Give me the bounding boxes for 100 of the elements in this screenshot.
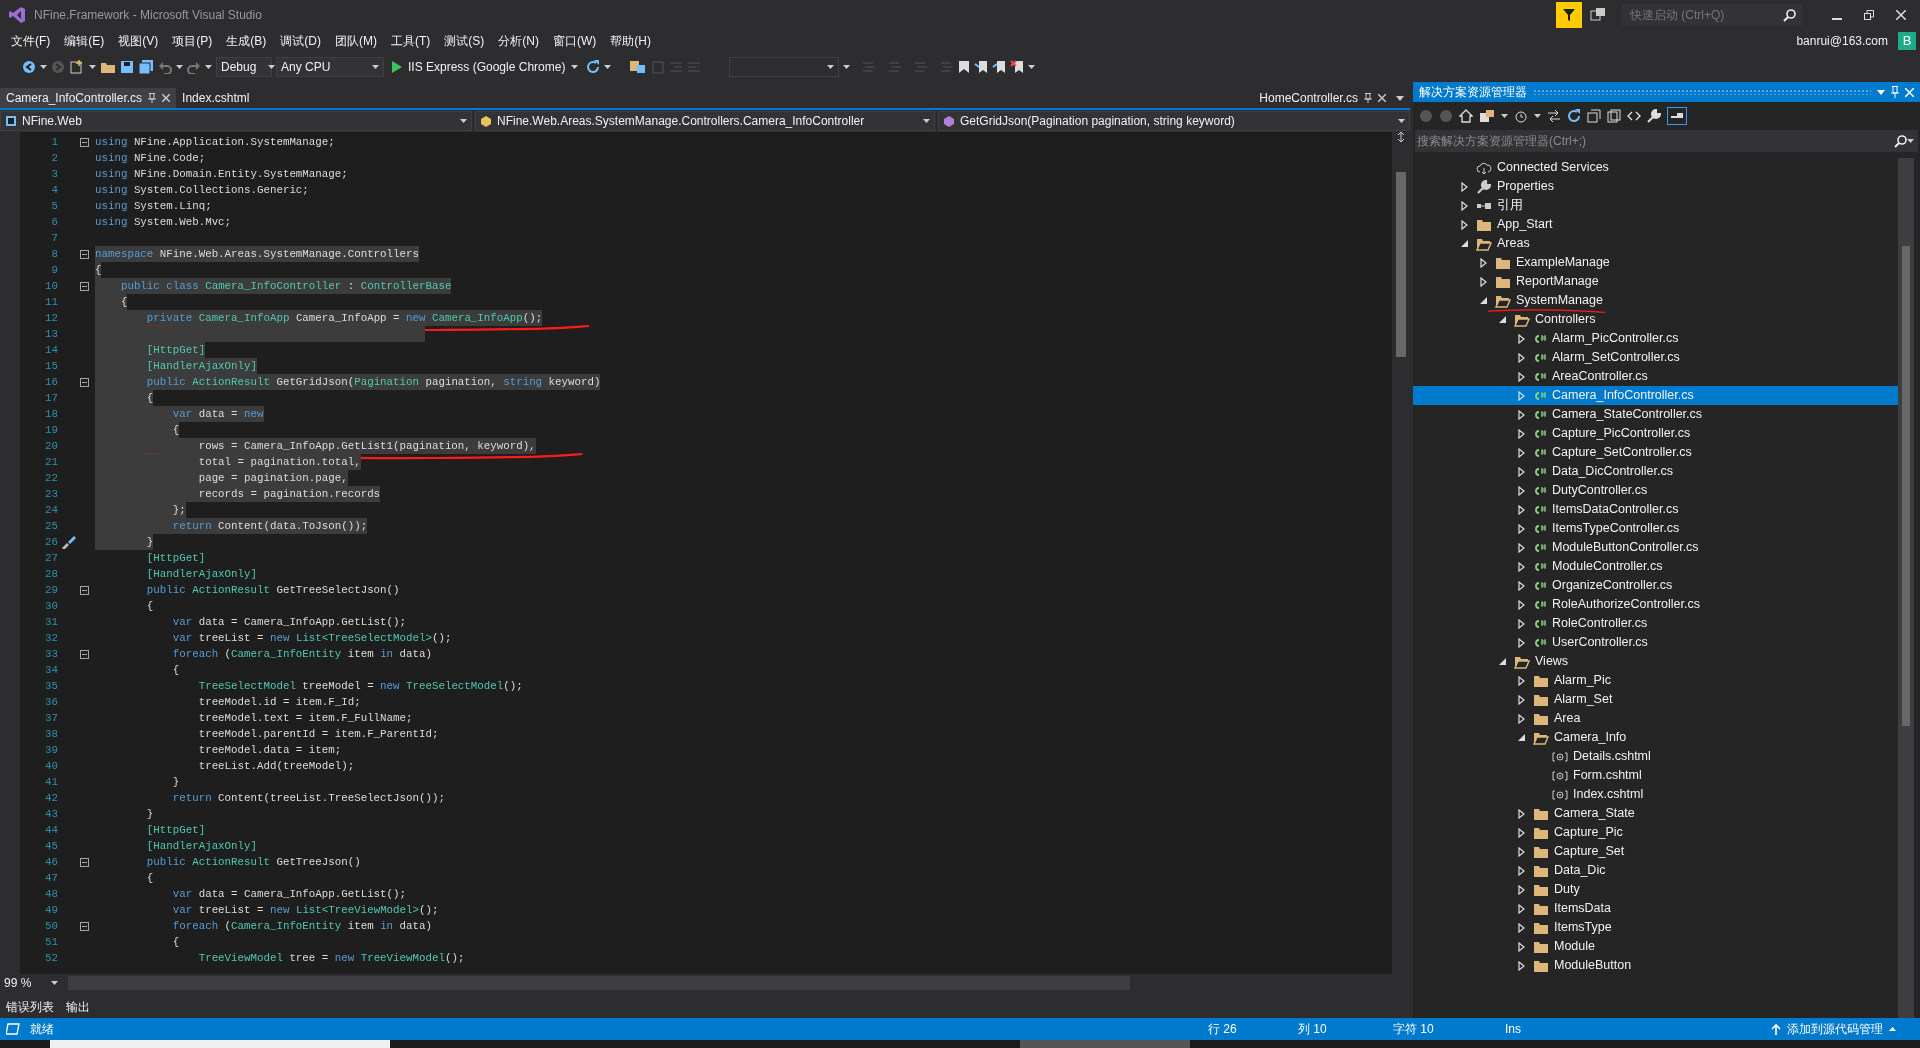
expand-arrow-icon[interactable]: [1517, 960, 1525, 971]
expand-arrow-icon[interactable]: [1517, 827, 1525, 838]
close-icon[interactable]: [1378, 94, 1386, 102]
tree-item[interactable]: Views: [1413, 652, 1898, 671]
expand-arrow-icon[interactable]: [1517, 428, 1525, 439]
expand-arrow-icon[interactable]: [1517, 504, 1525, 515]
expand-arrow-icon[interactable]: [1460, 181, 1468, 192]
menu-item[interactable]: 帮助(H): [603, 30, 658, 52]
refresh-icon[interactable]: [586, 60, 601, 74]
output-window-icon[interactable]: [6, 1023, 20, 1035]
scrollbar-thumb[interactable]: [1396, 172, 1406, 357]
dropdown-caret-icon[interactable]: [40, 65, 47, 69]
expand-arrow-icon[interactable]: [1517, 637, 1525, 648]
new-item-icon[interactable]: [69, 59, 85, 75]
menu-item[interactable]: 分析(N): [491, 30, 546, 52]
collapse-arrow-icon[interactable]: [1479, 297, 1487, 304]
tree-item[interactable]: 引用: [1413, 196, 1898, 215]
restore-icon[interactable]: [1864, 10, 1874, 20]
save-all-icon[interactable]: [138, 60, 154, 74]
collapse-icon[interactable]: [80, 249, 89, 259]
run-button[interactable]: IIS Express (Google Chrome): [388, 58, 583, 76]
tree-item[interactable]: Data_Dic: [1413, 861, 1898, 880]
notification-button[interactable]: [1556, 2, 1582, 28]
expand-arrow-icon[interactable]: [1517, 561, 1525, 572]
scrollbar-thumb[interactable]: [1902, 246, 1910, 726]
tree-item[interactable]: ModuleButtonController.cs: [1413, 538, 1898, 557]
tree-item[interactable]: Capture_SetController.cs: [1413, 443, 1898, 462]
expand-arrow-icon[interactable]: [1517, 618, 1525, 629]
dropdown-caret-icon[interactable]: [205, 65, 212, 69]
expand-arrow-icon[interactable]: [1517, 333, 1525, 344]
bookmark-prev-icon[interactable]: [974, 60, 989, 74]
dropdown-caret-icon[interactable]: [1877, 89, 1885, 95]
project-dropdown[interactable]: NFine.Web: [0, 111, 472, 131]
history-icon[interactable]: [1514, 109, 1528, 123]
expand-arrow-icon[interactable]: [1517, 846, 1525, 857]
tree-item[interactable]: Capture_Set: [1413, 842, 1898, 861]
source-control-button[interactable]: 添加到源代码管理: [1765, 1019, 1902, 1039]
tree-item[interactable]: ModuleController.cs: [1413, 557, 1898, 576]
expand-arrow-icon[interactable]: [1460, 200, 1468, 211]
tree-item[interactable]: Connected Services: [1413, 158, 1898, 177]
refresh-icon[interactable]: [1567, 109, 1581, 123]
close-icon[interactable]: [162, 94, 171, 102]
search-combo-field[interactable]: [729, 57, 840, 77]
tree-item[interactable]: ModuleButton: [1413, 956, 1898, 975]
dropdown-caret-icon[interactable]: [1028, 65, 1036, 69]
collapse-icon[interactable]: [80, 137, 89, 147]
back-icon[interactable]: [22, 60, 36, 74]
expand-arrow-icon[interactable]: [1517, 580, 1525, 591]
type-dropdown[interactable]: NFine.Web.Areas.SystemManage.Controllers.Camera_InfoController: [475, 111, 935, 131]
expand-arrow-icon[interactable]: [1517, 903, 1525, 914]
expand-arrow-icon[interactable]: [1517, 694, 1525, 705]
tree-item[interactable]: Camera_Info: [1413, 728, 1898, 747]
menu-item[interactable]: 视图(V): [111, 30, 166, 52]
tree-item[interactable]: Capture_Pic: [1413, 823, 1898, 842]
collapse-icon[interactable]: [80, 649, 89, 659]
pin-icon[interactable]: [148, 93, 157, 103]
menu-item[interactable]: 窗口(W): [546, 30, 604, 52]
expand-arrow-icon[interactable]: [1517, 371, 1525, 382]
tree-item[interactable]: Alarm_Pic: [1413, 671, 1898, 690]
collapse-icon[interactable]: [80, 377, 89, 387]
collapse-all-icon[interactable]: [1587, 109, 1601, 123]
tree-item[interactable]: DutyController.cs: [1413, 481, 1898, 500]
tree-item[interactable]: Alarm_PicController.cs: [1413, 329, 1898, 348]
menu-item[interactable]: 测试(S): [437, 30, 492, 52]
collapse-icon[interactable]: [80, 921, 89, 931]
collapse-arrow-icon[interactable]: [1460, 240, 1468, 247]
editor-tab[interactable]: Index.cshtml: [176, 88, 256, 108]
bookmark-next-icon[interactable]: [992, 60, 1007, 74]
tree-item[interactable]: Area: [1413, 709, 1898, 728]
menu-item[interactable]: 项目(P): [165, 30, 220, 52]
tree-item[interactable]: Details.cshtml: [1413, 747, 1898, 766]
tree-item[interactable]: Alarm_SetController.cs: [1413, 348, 1898, 367]
menu-item[interactable]: 工具(T): [384, 30, 438, 52]
code-icon[interactable]: [1627, 111, 1641, 121]
tree-item[interactable]: ReportManage: [1413, 272, 1898, 291]
collapse-icon[interactable]: [80, 585, 89, 595]
tree-item[interactable]: Controllers: [1413, 310, 1898, 329]
tree-item[interactable]: Camera_State: [1413, 804, 1898, 823]
menu-item[interactable]: 生成(B): [219, 30, 274, 52]
preview-toggle[interactable]: [1667, 107, 1687, 125]
tree-item[interactable]: App_Start: [1413, 215, 1898, 234]
tree-item[interactable]: Data_DicController.cs: [1413, 462, 1898, 481]
split-icon[interactable]: [1396, 132, 1406, 142]
expand-arrow-icon[interactable]: [1517, 865, 1525, 876]
expand-arrow-icon[interactable]: [1479, 276, 1487, 287]
expand-arrow-icon[interactable]: [1460, 219, 1468, 230]
collapse-arrow-icon[interactable]: [1498, 316, 1506, 323]
tree-item[interactable]: ItemsType: [1413, 918, 1898, 937]
menu-item[interactable]: 团队(M): [328, 30, 384, 52]
tree-item[interactable]: OrganizeController.cs: [1413, 576, 1898, 595]
tree-item[interactable]: AreaController.cs: [1413, 367, 1898, 386]
tree-item[interactable]: Areas: [1413, 234, 1898, 253]
user-name[interactable]: banrui@163.com: [1796, 32, 1888, 50]
find-in-files-icon[interactable]: [629, 59, 648, 75]
tree-item[interactable]: RoleAuthorizeController.cs: [1413, 595, 1898, 614]
expand-arrow-icon[interactable]: [1517, 447, 1525, 458]
expand-arrow-icon[interactable]: [1517, 713, 1525, 724]
search-icon[interactable]: [1894, 134, 1907, 148]
bookmark-icon[interactable]: [958, 60, 971, 74]
expand-arrow-icon[interactable]: [1517, 922, 1525, 933]
